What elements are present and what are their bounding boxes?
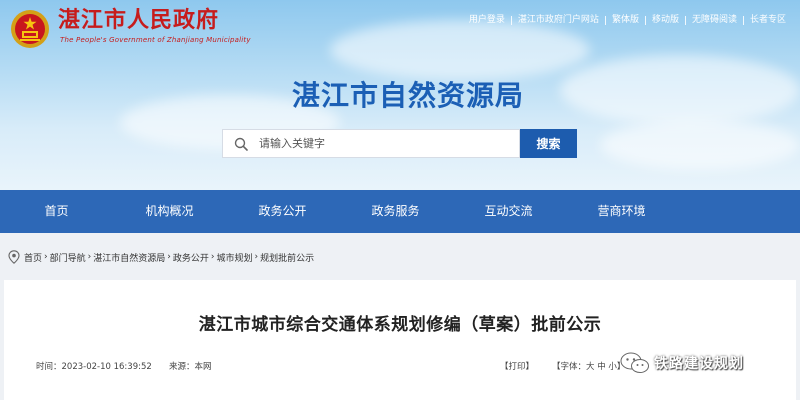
header-banner: 湛江市人民政府 The People's Government of Zhanj…: [0, 0, 800, 190]
nav-item-disclosure[interactable]: 政务公开: [226, 190, 339, 233]
main-nav: 首页 机构概况 政务公开 政务服务 互动交流 营商环境: [0, 190, 800, 233]
breadcrumb-separator: ›: [44, 252, 48, 262]
breadcrumb-current[interactable]: 规划批前公示: [260, 251, 314, 264]
nav-item-interaction[interactable]: 互动交流: [452, 190, 565, 233]
breadcrumb-separator: ›: [254, 252, 259, 262]
nav-item-business-environment[interactable]: 营商环境: [565, 190, 678, 233]
toplink-traditional[interactable]: 繁体版: [606, 14, 645, 26]
font-size-control[interactable]: 【字体：大 中 小】: [552, 360, 625, 372]
breadcrumb-separator: ›: [210, 252, 215, 262]
breadcrumb-disclosure[interactable]: 政务公开: [173, 251, 209, 264]
location-pin-icon: [8, 250, 20, 264]
banner-cloud: [600, 120, 800, 170]
nav-item-organization[interactable]: 机构概况: [113, 190, 226, 233]
breadcrumb-department-nav[interactable]: 部门导航: [50, 251, 86, 264]
article-card: 湛江市城市综合交通体系规划修编（草案）批前公示 时间：2023-02-10 16…: [4, 280, 796, 400]
wechat-icon: [620, 352, 649, 373]
breadcrumb-bureau[interactable]: 湛江市自然资源局: [93, 251, 165, 264]
publish-time: 时间：2023-02-10 16:39:52: [36, 362, 152, 372]
banner-cloud: [330, 20, 590, 80]
nav-item-services[interactable]: 政务服务: [339, 190, 452, 233]
government-name[interactable]: 湛江市人民政府: [58, 8, 219, 34]
toplink-portal[interactable]: 湛江市政府门户网站: [512, 14, 605, 26]
search-box: [222, 129, 520, 158]
breadcrumb: 首页 › 部门导航 › 湛江市自然资源局 › 政务公开 › 城市规划 › 规划批…: [0, 245, 800, 269]
watermark-text: 铁路建设规划: [654, 356, 744, 372]
search-button[interactable]: 搜索: [520, 129, 577, 158]
breadcrumb-separator: ›: [87, 252, 92, 262]
toplink-mobile[interactable]: 移动版: [646, 14, 685, 26]
toplink-accessibility[interactable]: 无障碍阅读: [686, 14, 743, 26]
breadcrumb-home[interactable]: 首页: [24, 251, 42, 264]
toplink-login[interactable]: 用户登录: [463, 14, 511, 26]
breadcrumb-separator: ›: [167, 252, 171, 262]
top-links: 用户登录 湛江市政府门户网站 繁体版 移动版 无障碍阅读 长者专区: [463, 14, 792, 26]
bureau-title: 湛江市自然资源局: [291, 79, 524, 112]
breadcrumb-city-planning[interactable]: 城市规划: [217, 251, 253, 264]
search-input[interactable]: [259, 131, 509, 156]
toplink-elderly[interactable]: 长者专区: [744, 14, 792, 26]
national-emblem-icon: [11, 10, 49, 48]
watermark: 铁路建设规划: [620, 352, 744, 374]
article-source: 来源：本网: [169, 362, 212, 372]
print-button[interactable]: 【打印】: [500, 360, 534, 372]
nav-item-home[interactable]: 首页: [0, 190, 113, 233]
search-icon: [223, 130, 259, 157]
government-subtitle: The People's Government of Zhanjiang Mun…: [60, 36, 251, 44]
article-title: 湛江市城市综合交通体系规划修编（草案）批前公示: [198, 315, 602, 335]
